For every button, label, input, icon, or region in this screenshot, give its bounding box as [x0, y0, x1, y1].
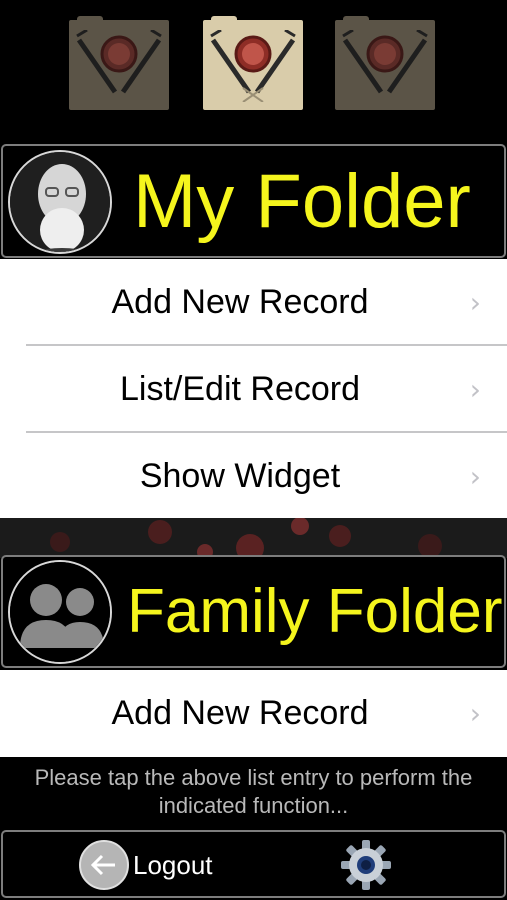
folder-tabs-bar	[0, 0, 507, 142]
list-item-add-new-record[interactable]: Add New Record ›	[0, 259, 507, 346]
user-photo-avatar[interactable]	[8, 150, 112, 254]
syringe-virus-icon	[76, 30, 162, 94]
arrow-left-icon	[79, 840, 129, 890]
bottom-toolbar: Logout	[1, 830, 506, 898]
list-item-label: Add New Record	[111, 283, 369, 321]
instruction-line-2: indicated function...	[158, 793, 349, 818]
list-item-label: List/Edit Record	[120, 370, 360, 408]
chevron-right-icon: ›	[469, 286, 481, 319]
folder-tab-3[interactable]	[335, 12, 435, 110]
family-folder-header: Family Folder	[1, 555, 506, 668]
settings-button[interactable]	[339, 838, 393, 892]
family-group-avatar[interactable]	[8, 560, 112, 664]
my-folder-title: My Folder	[133, 159, 471, 244]
folder-tab-2[interactable]	[203, 12, 303, 110]
chevron-right-icon: ›	[469, 697, 481, 730]
user-photo-icon	[10, 152, 110, 252]
my-folder-header: My Folder	[1, 144, 506, 258]
logout-label: Logout	[133, 850, 213, 880]
family-folder-list: Add New Record ›	[0, 670, 507, 757]
list-item-label: Show Widget	[139, 457, 341, 495]
chevron-right-icon: ›	[469, 460, 481, 493]
background-virus-texture	[0, 518, 507, 558]
family-folder-title: Family Folder	[127, 577, 503, 646]
syringe-virus-icon	[210, 30, 296, 102]
chevron-right-icon: ›	[469, 373, 481, 406]
gear-icon	[341, 840, 391, 890]
my-folder-list: Add New Record › List/Edit Record › Show…	[0, 259, 507, 520]
instruction-text: Please tap the above list entry to perfo…	[0, 764, 507, 820]
syringe-virus-icon	[342, 30, 428, 94]
list-item-list-edit-record[interactable]: List/Edit Record ›	[0, 346, 507, 433]
list-item-label: Add New Record	[111, 694, 369, 732]
folder-tab-1[interactable]	[69, 12, 169, 110]
list-item-show-widget[interactable]: Show Widget ›	[0, 433, 507, 520]
logout-button[interactable]: Logout	[79, 840, 229, 890]
instruction-line-1: Please tap the above list entry to perfo…	[34, 765, 473, 790]
family-group-icon	[10, 562, 110, 662]
list-item-family-add-new-record[interactable]: Add New Record ›	[0, 670, 507, 757]
